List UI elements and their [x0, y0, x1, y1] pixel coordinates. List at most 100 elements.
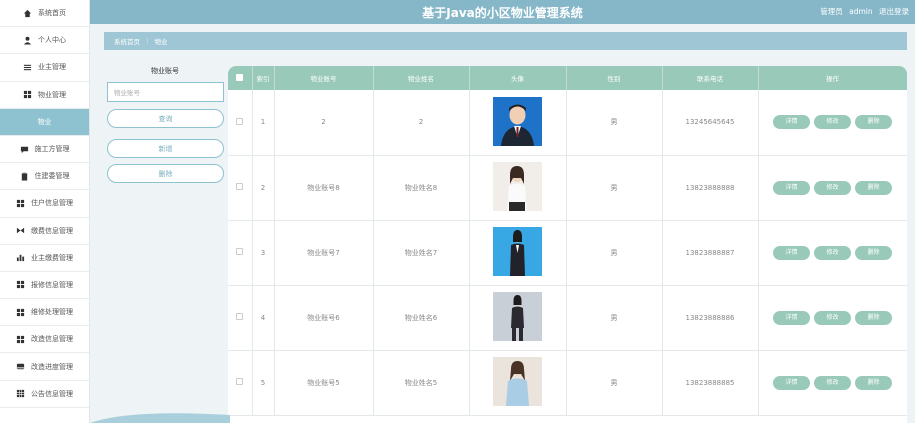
user-role: 管理员 — [820, 7, 843, 16]
sidebar-item-label: 改造信息管理 — [31, 335, 73, 344]
sidebar: 系统首页个人中心 业主管理物业管理物业施工方管理住建委管理住户信息管理缴费信息管理… — [0, 0, 90, 423]
avatar — [493, 292, 542, 341]
top-header: 基于Java的小区物业管理系统 管理员 admin 退出登录 — [90, 0, 915, 24]
row-checkbox[interactable] — [236, 313, 244, 320]
detail-button[interactable]: 详情 — [773, 310, 810, 325]
table-row: 3 物业账号7 物业姓名7 男 13823888887 详情 修改 删除 — [228, 220, 907, 286]
chat-icon — [20, 145, 29, 154]
cell-phone: 13823888886 — [662, 285, 759, 351]
avatar — [493, 96, 542, 146]
row-checkbox[interactable] — [236, 183, 244, 190]
search-input[interactable]: 物业账号 — [107, 82, 224, 102]
cell-name: 物业姓名5 — [373, 350, 470, 416]
row-delete-button[interactable]: 删除 — [855, 245, 892, 260]
query-button[interactable]: 查询 — [107, 109, 224, 128]
cell-gender: 男 — [566, 90, 663, 156]
edit-button[interactable]: 修改 — [814, 245, 851, 260]
cell-actions: 详情 修改 删除 — [758, 155, 907, 221]
add-button[interactable]: 新增 — [107, 139, 224, 158]
grid-icon — [23, 90, 32, 99]
detail-button[interactable]: 详情 — [773, 180, 810, 195]
cell-phone: 13823888885 — [662, 350, 759, 416]
select-all-checkbox[interactable] — [236, 73, 244, 81]
cell-gender: 男 — [566, 350, 663, 416]
sidebar-item-label: 系统首页 — [38, 9, 66, 18]
card-icon — [16, 362, 25, 371]
avatar — [493, 162, 542, 211]
sidebar-item-2[interactable]: 业主管理 — [0, 54, 89, 82]
cell-account: 物业账号8 — [274, 155, 374, 221]
avatar — [493, 227, 542, 276]
sidebar-item-4[interactable]: 物业 — [0, 108, 89, 136]
cell-index: 5 — [252, 350, 275, 416]
edit-button[interactable]: 修改 — [814, 375, 851, 390]
sidebar-item-label: 物业 — [37, 117, 52, 126]
sidebar-item-label: 改造进度管理 — [31, 362, 73, 371]
sidebar-item-13[interactable]: 改造进度管理 — [0, 353, 89, 381]
row-delete-button[interactable]: 删除 — [855, 375, 892, 390]
sidebar-item-11[interactable]: 维修处理管理 — [0, 299, 89, 327]
breadcrumb-home[interactable]: 系统首页 — [114, 36, 140, 46]
user-area: 管理员 admin 退出登录 — [816, 6, 909, 17]
cell-name: 物业姓名7 — [373, 220, 470, 286]
sidebar-item-label: 报修信息管理 — [31, 280, 73, 289]
breadcrumb-separator: ⋮ — [144, 37, 151, 45]
cell-avatar — [469, 220, 567, 286]
sidebar-item-7[interactable]: 住户信息管理 — [0, 190, 89, 218]
cell-avatar — [469, 90, 567, 156]
sidebar-item-label: 公告信息管理 — [31, 389, 73, 398]
sidebar-item-3[interactable]: 物业管理 — [0, 82, 89, 109]
row-delete-button[interactable]: 删除 — [855, 115, 892, 130]
row-checkbox[interactable] — [236, 248, 244, 255]
sidebar-item-label: 缴费信息管理 — [31, 226, 73, 235]
row-delete-button[interactable]: 删除 — [855, 310, 892, 325]
sidebar-item-9[interactable]: 业主缴费管理 — [0, 245, 89, 272]
row-select-cell — [228, 350, 253, 416]
person-icon — [23, 36, 32, 45]
cell-actions: 详情 修改 删除 — [758, 285, 907, 351]
row-delete-button[interactable]: 删除 — [855, 180, 892, 195]
cell-index: 2 — [252, 155, 275, 221]
delete-button[interactable]: 删除 — [107, 164, 224, 183]
detail-button[interactable]: 详情 — [773, 115, 810, 130]
cell-phone: 13245645645 — [662, 90, 759, 156]
sidebar-item-8[interactable]: 缴费信息管理 — [0, 218, 89, 245]
cell-account: 物业账号7 — [274, 220, 374, 286]
sidebar-item-14[interactable]: 公告信息管理 — [0, 381, 89, 408]
sidebar-item-label: 住建委管理 — [34, 172, 70, 181]
avatar — [493, 357, 542, 406]
detail-button[interactable]: 详情 — [773, 245, 810, 260]
table-row: 1 2 2 男 13245645645 详情 修改 删除 — [228, 90, 907, 156]
cell-actions: 详情 修改 删除 — [758, 350, 907, 416]
edit-button[interactable]: 修改 — [814, 180, 851, 195]
sidebar-item-6[interactable]: 住建委管理 — [0, 163, 89, 191]
cell-index: 4 — [252, 285, 275, 351]
sidebar-item-12[interactable]: 改造信息管理 — [0, 326, 89, 354]
sidebar-item-0[interactable]: 系统首页 — [0, 0, 89, 28]
edit-button[interactable]: 修改 — [814, 310, 851, 325]
cell-avatar — [469, 285, 567, 351]
sidebar-item-1[interactable]: 个人中心 — [0, 27, 89, 55]
sidebar-item-label: 维修处理管理 — [31, 308, 73, 317]
grid-icon — [16, 280, 25, 289]
col-index: 索引 — [252, 66, 275, 90]
col-gender: 性别 — [566, 66, 663, 90]
logout-link[interactable]: 退出登录 — [879, 7, 909, 16]
col-phone: 联系电话 — [662, 66, 759, 90]
edit-button[interactable]: 修改 — [814, 115, 851, 130]
row-checkbox[interactable] — [236, 117, 244, 125]
sidebar-item-5[interactable]: 施工方管理 — [0, 136, 89, 164]
cell-actions: 详情 修改 删除 — [758, 220, 907, 286]
sidebar-item-10[interactable]: 报修信息管理 — [0, 272, 89, 300]
cell-gender: 男 — [566, 155, 663, 221]
cell-avatar — [469, 155, 567, 221]
search-panel: 物业账号 物业账号 查询 新增 删除 — [104, 66, 226, 183]
sidebar-item-label: 物业管理 — [38, 90, 66, 99]
col-actions: 操作 — [758, 66, 907, 90]
data-table: 索引 物业账号 物业姓名 头像 性别 联系电话 操作 1 2 2 男 132456456… — [228, 66, 907, 423]
col-name: 物业姓名 — [373, 66, 470, 90]
cell-name: 物业姓名6 — [373, 285, 470, 351]
cell-account: 物业账号5 — [274, 350, 374, 416]
row-checkbox[interactable] — [236, 378, 244, 385]
detail-button[interactable]: 详情 — [773, 375, 810, 390]
